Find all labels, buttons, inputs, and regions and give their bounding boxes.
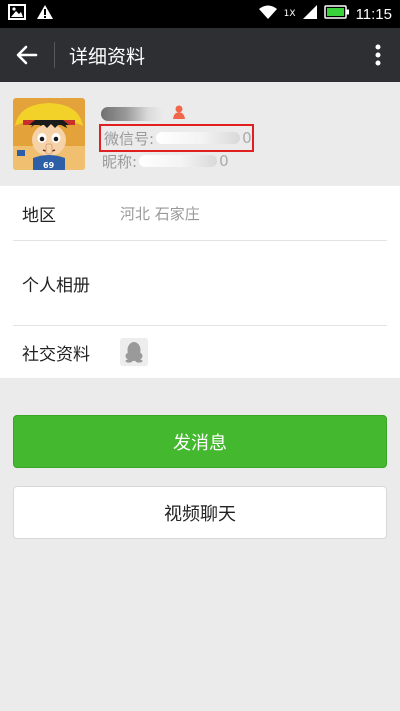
avatar-image: 69 (13, 98, 85, 170)
wechat-id-tail: 0 (242, 129, 252, 147)
video-chat-button[interactable]: 视频聊天 (13, 486, 387, 539)
bar-divider (54, 42, 55, 68)
nickname-row: 昵称: 0 (102, 150, 229, 172)
nickname-value-redacted (139, 155, 218, 167)
action-bar: 详细资料 (0, 28, 400, 82)
nickname-tail: 0 (219, 152, 229, 170)
svg-text:69: 69 (43, 161, 55, 170)
battery-icon (323, 5, 350, 23)
region-value: 河北 石家庄 (120, 204, 200, 223)
social-row[interactable]: 社交资料 (0, 326, 400, 378)
profile-header: 69 微信号: 0 昵称: 0 (0, 82, 400, 186)
status-bar: 1X 11:15 (0, 0, 400, 28)
social-label: 社交资料 (22, 344, 90, 365)
warning-icon (36, 4, 54, 24)
more-vertical-icon (375, 44, 381, 66)
status-left (8, 4, 54, 24)
image-icon (8, 4, 26, 24)
more-menu-button[interactable] (356, 28, 400, 82)
wechat-id-row[interactable]: 微信号: 0 (99, 124, 254, 152)
nickname-redacted (101, 107, 163, 121)
status-right: 1X 11:15 (258, 4, 392, 24)
network-type: 1X (283, 9, 296, 19)
arrow-left-icon (16, 45, 38, 65)
female-icon (171, 104, 187, 124)
album-row[interactable]: 个人相册 (0, 241, 400, 325)
wifi-icon (258, 4, 278, 24)
nickname-label: 昵称: (102, 152, 138, 171)
avatar[interactable]: 69 (13, 98, 85, 170)
signal-icon (302, 4, 318, 24)
qq-penguin-icon[interactable] (120, 338, 148, 366)
info-card: 地区 河北 石家庄 个人相册 社交资料 (0, 186, 400, 378)
album-label: 个人相册 (22, 275, 90, 296)
status-time: 11:15 (355, 5, 392, 23)
region-label: 地区 (22, 205, 56, 226)
send-message-button[interactable]: 发消息 (13, 415, 387, 468)
name-row (101, 102, 187, 126)
wechat-id-label: 微信号: (104, 129, 155, 148)
region-row[interactable]: 地区 河北 石家庄 (0, 186, 400, 240)
wechat-id-redacted (156, 132, 241, 144)
page-title: 详细资料 (69, 45, 146, 68)
back-button[interactable] (0, 28, 54, 82)
